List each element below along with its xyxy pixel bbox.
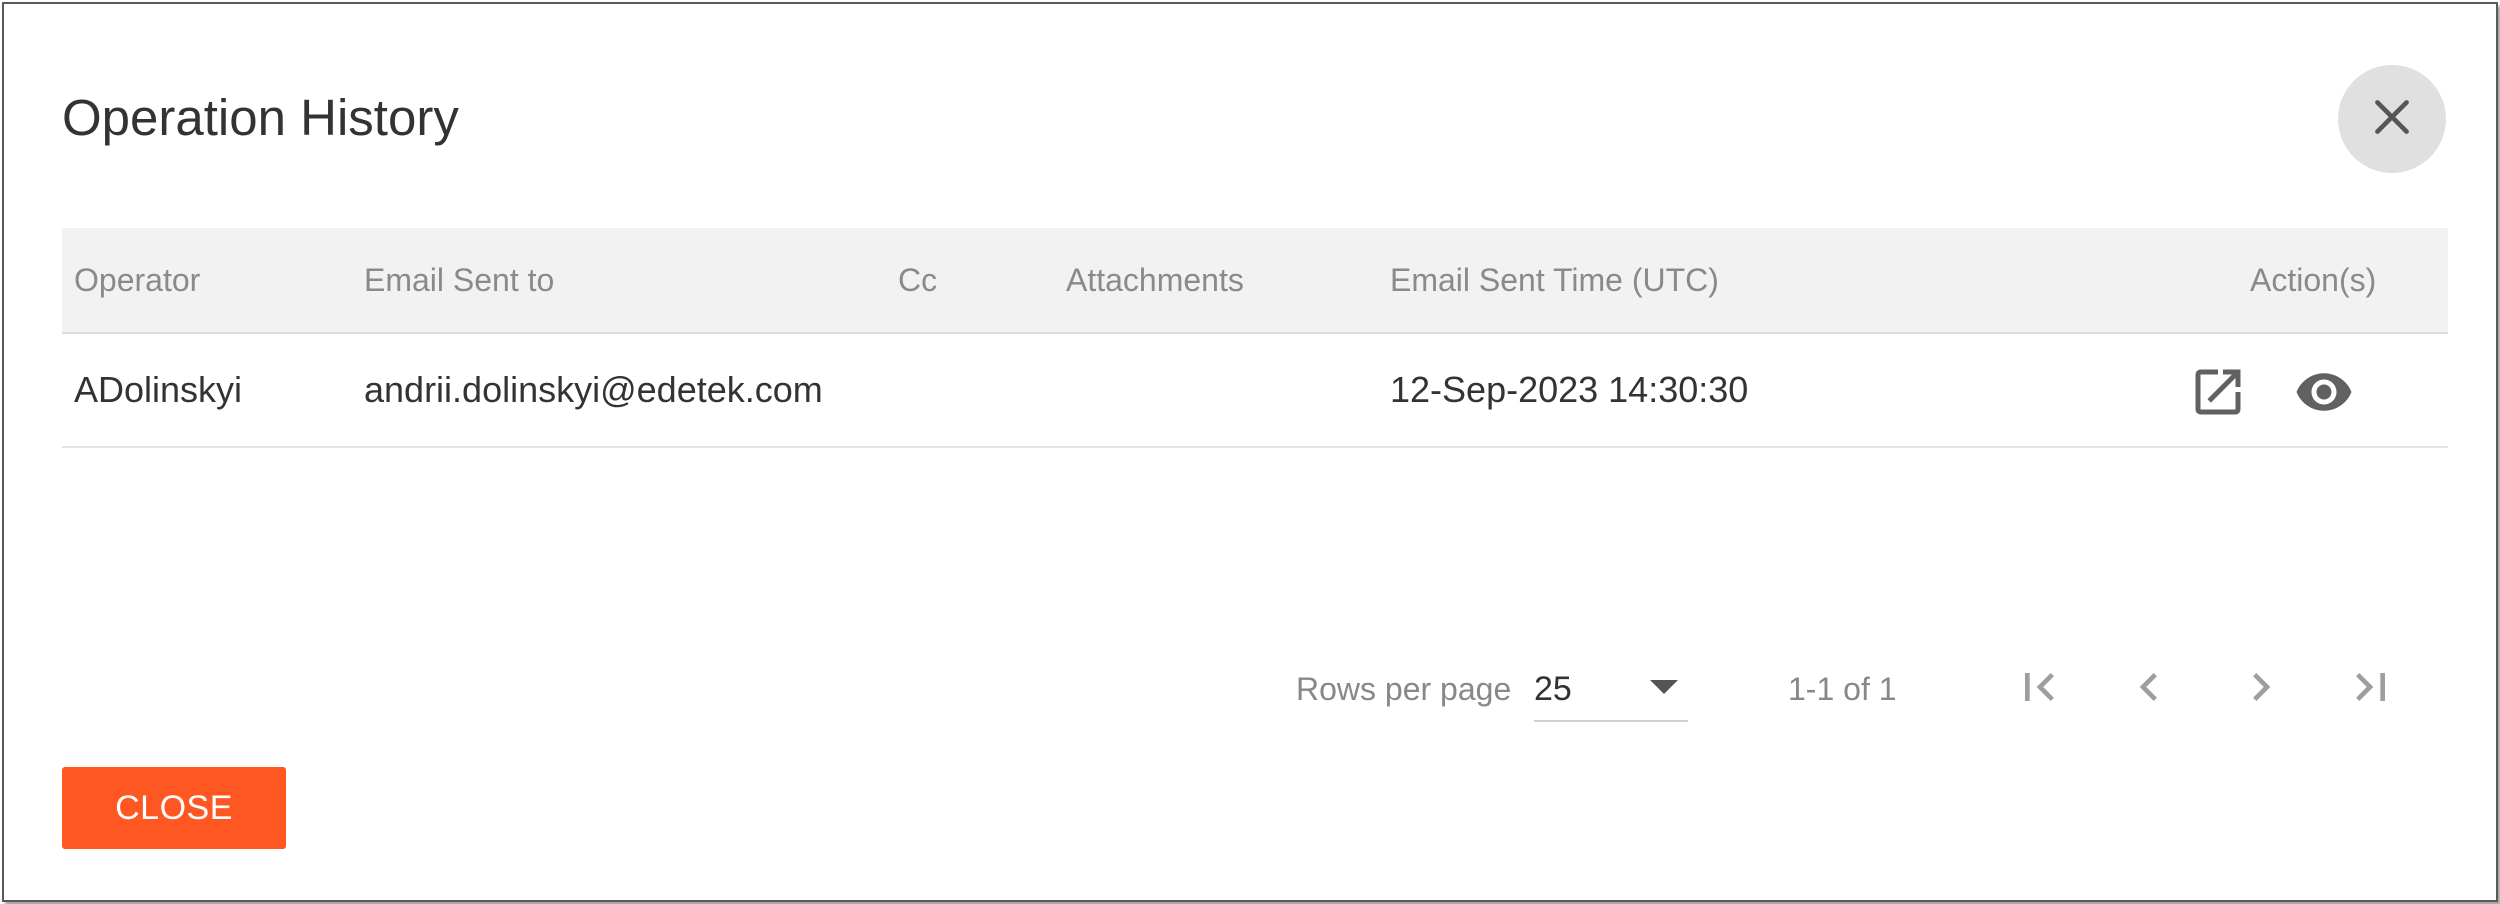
column-header-email-sent-time[interactable]: Email Sent Time (UTC) [1390, 228, 1719, 332]
close-icon [2367, 92, 2417, 147]
rows-per-page-label: Rows per page [1296, 671, 1512, 707]
eye-icon[interactable] [2294, 362, 2354, 422]
next-page-button[interactable] [2226, 654, 2296, 724]
cell-email-sent-to: andrii.dolinskyi@edetek.com [364, 369, 823, 410]
rows-per-page-select[interactable]: 25 [1534, 660, 1688, 722]
table-pagination: Rows per page 25 1-1 of 1 [4, 654, 2500, 724]
operation-history-table: Operator Email Sent to Cc Attachments Em… [62, 228, 2448, 448]
dialog-title: Operation History [62, 89, 459, 146]
last-page-icon [2343, 659, 2399, 720]
chevron-right-icon [2233, 659, 2289, 720]
column-header-attachments[interactable]: Attachments [1066, 228, 1244, 332]
pagination-range: 1-1 of 1 [1788, 671, 1897, 707]
caret-down-icon [1650, 680, 1678, 694]
column-header-actions: Action(s) [2250, 262, 2377, 298]
column-header-operator[interactable]: Operator [74, 228, 200, 332]
operation-history-dialog: Operation History Operator Email Sent to… [2, 2, 2498, 902]
column-header-email-sent-to[interactable]: Email Sent to [364, 228, 554, 332]
chevron-left-icon [2121, 659, 2177, 720]
dialog-close-button[interactable] [2338, 65, 2446, 173]
cell-email-sent-time: 12-Sep-2023 14:30:30 [1390, 369, 1749, 410]
previous-page-button[interactable] [2114, 654, 2184, 724]
table-header: Operator Email Sent to Cc Attachments Em… [62, 228, 2448, 334]
first-page-icon [2011, 659, 2067, 720]
rows-per-page-value: 25 [1534, 670, 1572, 708]
table-row: ADolinskyi andrii.dolinskyi@edetek.com 1… [62, 334, 2448, 448]
close-button[interactable]: CLOSE [62, 767, 286, 849]
open-in-new-icon[interactable] [2188, 362, 2248, 422]
first-page-button[interactable] [2004, 654, 2074, 724]
cell-operator: ADolinskyi [74, 369, 243, 410]
column-header-cc[interactable]: Cc [898, 228, 937, 332]
last-page-button[interactable] [2336, 654, 2406, 724]
